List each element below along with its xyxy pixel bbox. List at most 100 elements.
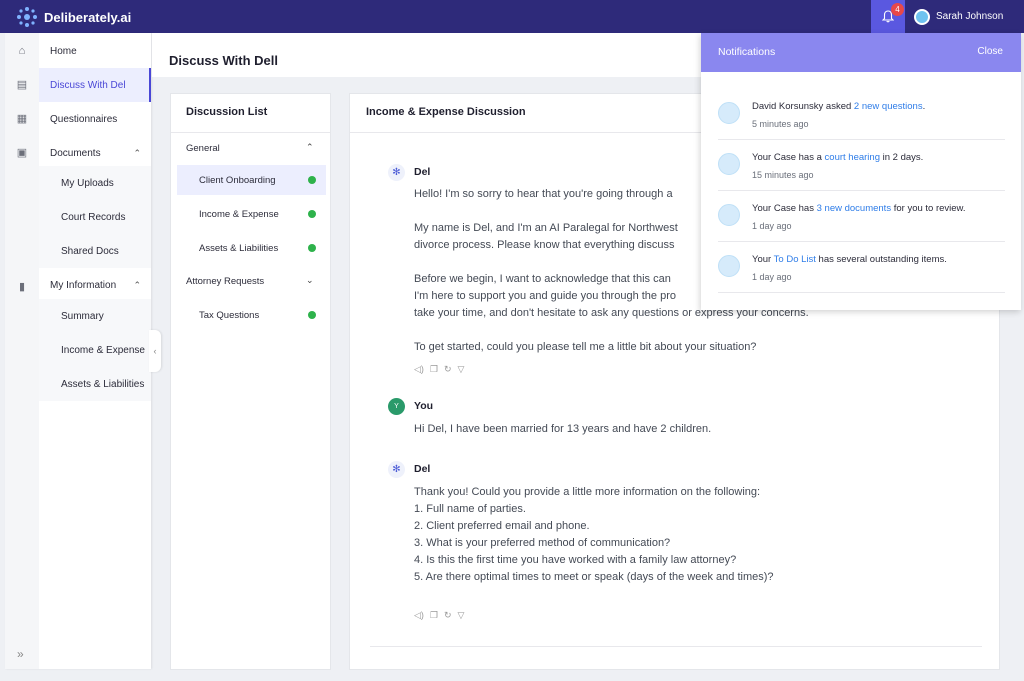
notifications-button[interactable]: 4 xyxy=(871,0,905,33)
notification-time: 15 minutes ago xyxy=(752,170,814,180)
message-author: You xyxy=(414,400,434,412)
thumbs-down-icon[interactable]: ▽ xyxy=(458,364,465,375)
notification-time: 1 day ago xyxy=(752,221,792,231)
discussion-list: Discussion List General ⌃ Client Onboard… xyxy=(170,93,331,670)
discussion-item-assets-liabilities[interactable]: Assets & Liabilities xyxy=(177,233,326,263)
app-name: Deliberately.ai xyxy=(44,9,132,25)
user-menu[interactable]: Sarah Johnson xyxy=(906,0,1024,33)
message-text: Before we begin, I want to acknowledge t… xyxy=(414,273,671,285)
status-check-icon xyxy=(308,210,316,218)
message-text: divorce process. Please know that everyt… xyxy=(414,239,675,251)
sidebar-item-documents[interactable]: Documents ⌃ xyxy=(39,136,151,170)
sidebar-item-discuss[interactable]: Discuss With Del xyxy=(39,68,151,102)
notification-link[interactable]: 2 new questions xyxy=(854,101,923,112)
notification-link[interactable]: court hearing xyxy=(825,152,880,163)
top-bar: Deliberately.ai 4 Sarah Johnson xyxy=(0,0,1024,33)
discussion-item-label: Income & Expense xyxy=(199,208,279,220)
notification-item[interactable]: David Korsunsky asked 2 new questions. 5… xyxy=(718,89,1005,140)
notification-item[interactable]: Your Case has 3 new documents for you to… xyxy=(718,191,1005,242)
robot-avatar-icon xyxy=(718,255,740,277)
close-button[interactable]: Close xyxy=(977,46,1003,57)
sidebar-item-label: Income & Expense xyxy=(61,344,145,356)
discussion-list-title: Discussion List xyxy=(186,106,268,118)
sidebar-item-label: Court Records xyxy=(61,211,126,223)
notification-link[interactable]: 3 new documents xyxy=(817,203,891,214)
notification-text-part: . xyxy=(922,101,926,112)
del-avatar-icon: ✻ xyxy=(388,461,405,478)
copy-icon[interactable]: ❐ xyxy=(430,610,438,621)
sidebar-item-label: Questionnaires xyxy=(50,113,118,125)
expand-sidebar-icon[interactable]: » xyxy=(17,647,24,661)
status-check-icon xyxy=(308,176,316,184)
sidebar-item-my-information[interactable]: My Information ⌃ xyxy=(39,268,151,302)
regenerate-icon[interactable]: ↻ xyxy=(444,610,452,621)
notification-text-part: David Korsunsky asked xyxy=(752,101,854,112)
notification-text: Your To Do List has several outstanding … xyxy=(752,254,947,265)
notification-text-part: Your Case has a xyxy=(752,152,825,163)
sidebar-item-assets-liabilities[interactable]: Assets & Liabilities xyxy=(39,367,151,401)
message-author: Del xyxy=(414,463,431,475)
chevron-up-icon: ⌃ xyxy=(133,147,141,158)
chevron-up-icon[interactable]: ⌃ xyxy=(306,142,314,153)
message-text: 1. Full name of parties. xyxy=(414,503,526,515)
questionnaire-icon[interactable]: ▦ xyxy=(16,113,28,125)
user-avatar-icon: Y xyxy=(388,398,405,415)
status-check-icon xyxy=(308,311,316,319)
sidebar-item-shared-docs[interactable]: Shared Docs xyxy=(39,234,151,268)
regenerate-icon[interactable]: ↻ xyxy=(444,364,452,375)
message-text: 5. Are there optimal times to meet or sp… xyxy=(414,571,774,583)
discussion-item-label: Assets & Liabilities xyxy=(199,242,279,254)
notification-time: 1 day ago xyxy=(752,272,792,282)
discussion-item-client-onboarding[interactable]: Client Onboarding xyxy=(177,165,326,195)
chevron-down-icon[interactable]: ⌄ xyxy=(306,275,314,286)
message-author: Del xyxy=(414,166,431,178)
sidebar-item-questionnaires[interactable]: Questionnaires xyxy=(39,102,151,136)
message-text: To get started, could you please tell me… xyxy=(414,341,757,353)
discussion-item-tax-questions[interactable]: Tax Questions xyxy=(177,300,326,330)
sidebar-icon-rail: ⌂ ▤ ▦ ▣ ▮ » xyxy=(5,33,39,669)
home-icon[interactable]: ⌂ xyxy=(16,45,28,57)
notifications-header: Notifications Close xyxy=(701,33,1021,72)
notification-item[interactable]: Your Case has a court hearing in 2 days.… xyxy=(718,140,1005,191)
divider xyxy=(171,132,330,133)
chat-icon[interactable]: ▤ xyxy=(16,79,28,91)
discussion-item-label: Tax Questions xyxy=(199,309,260,321)
group-general[interactable]: General xyxy=(186,143,220,154)
divider xyxy=(370,646,982,647)
collapse-sidebar-button[interactable]: ‹ xyxy=(149,330,161,372)
chat-title: Income & Expense Discussion xyxy=(366,106,526,118)
group-attorney-requests[interactable]: Attorney Requests xyxy=(186,276,264,287)
logo-icon xyxy=(17,7,37,27)
notification-text-part: for you to review. xyxy=(891,203,966,214)
sidebar-item-home[interactable]: Home xyxy=(39,34,151,68)
sidebar: ⌂ ▤ ▦ ▣ ▮ » Home Discuss With Del Questi… xyxy=(5,33,151,669)
notification-text: Your Case has 3 new documents for you to… xyxy=(752,203,966,214)
discussion-item-label: Client Onboarding xyxy=(199,174,276,186)
documents-icon[interactable]: ▣ xyxy=(16,147,28,159)
copy-icon[interactable]: ❐ xyxy=(430,364,438,375)
sidebar-item-court-records[interactable]: Court Records xyxy=(39,200,151,234)
thumbs-down-icon[interactable]: ▽ xyxy=(458,610,465,621)
message-text: Hi Del, I have been married for 13 years… xyxy=(414,423,712,435)
notification-link[interactable]: To Do List xyxy=(774,254,816,265)
sidebar-item-income-expense[interactable]: Income & Expense xyxy=(39,333,151,367)
logo[interactable]: Deliberately.ai xyxy=(16,6,131,28)
sidebar-item-summary[interactable]: Summary xyxy=(39,299,151,333)
sidebar-item-label: Discuss With Del xyxy=(50,79,126,91)
sidebar-item-my-uploads[interactable]: My Uploads xyxy=(39,166,151,200)
del-avatar-icon: ✻ xyxy=(388,164,405,181)
discussion-item-income-expense[interactable]: Income & Expense xyxy=(177,199,326,229)
notification-item[interactable]: Your To Do List has several outstanding … xyxy=(718,242,1005,293)
sidebar-item-label: Documents xyxy=(50,147,101,159)
message-text: 2. Client preferred email and phone. xyxy=(414,520,590,532)
notification-text: David Korsunsky asked 2 new questions. xyxy=(752,101,925,112)
robot-avatar-icon xyxy=(718,153,740,175)
speaker-icon[interactable]: ◁) xyxy=(414,610,424,621)
message-text: Hello! I'm so sorry to hear that you're … xyxy=(414,188,673,200)
info-icon[interactable]: ▮ xyxy=(16,281,28,293)
status-check-icon xyxy=(308,244,316,252)
message-text: 3. What is your preferred method of comm… xyxy=(414,537,671,549)
message-actions: ◁) ❐ ↻ ▽ xyxy=(414,364,464,375)
page-title: Discuss With Dell xyxy=(169,53,278,68)
speaker-icon[interactable]: ◁) xyxy=(414,364,424,375)
